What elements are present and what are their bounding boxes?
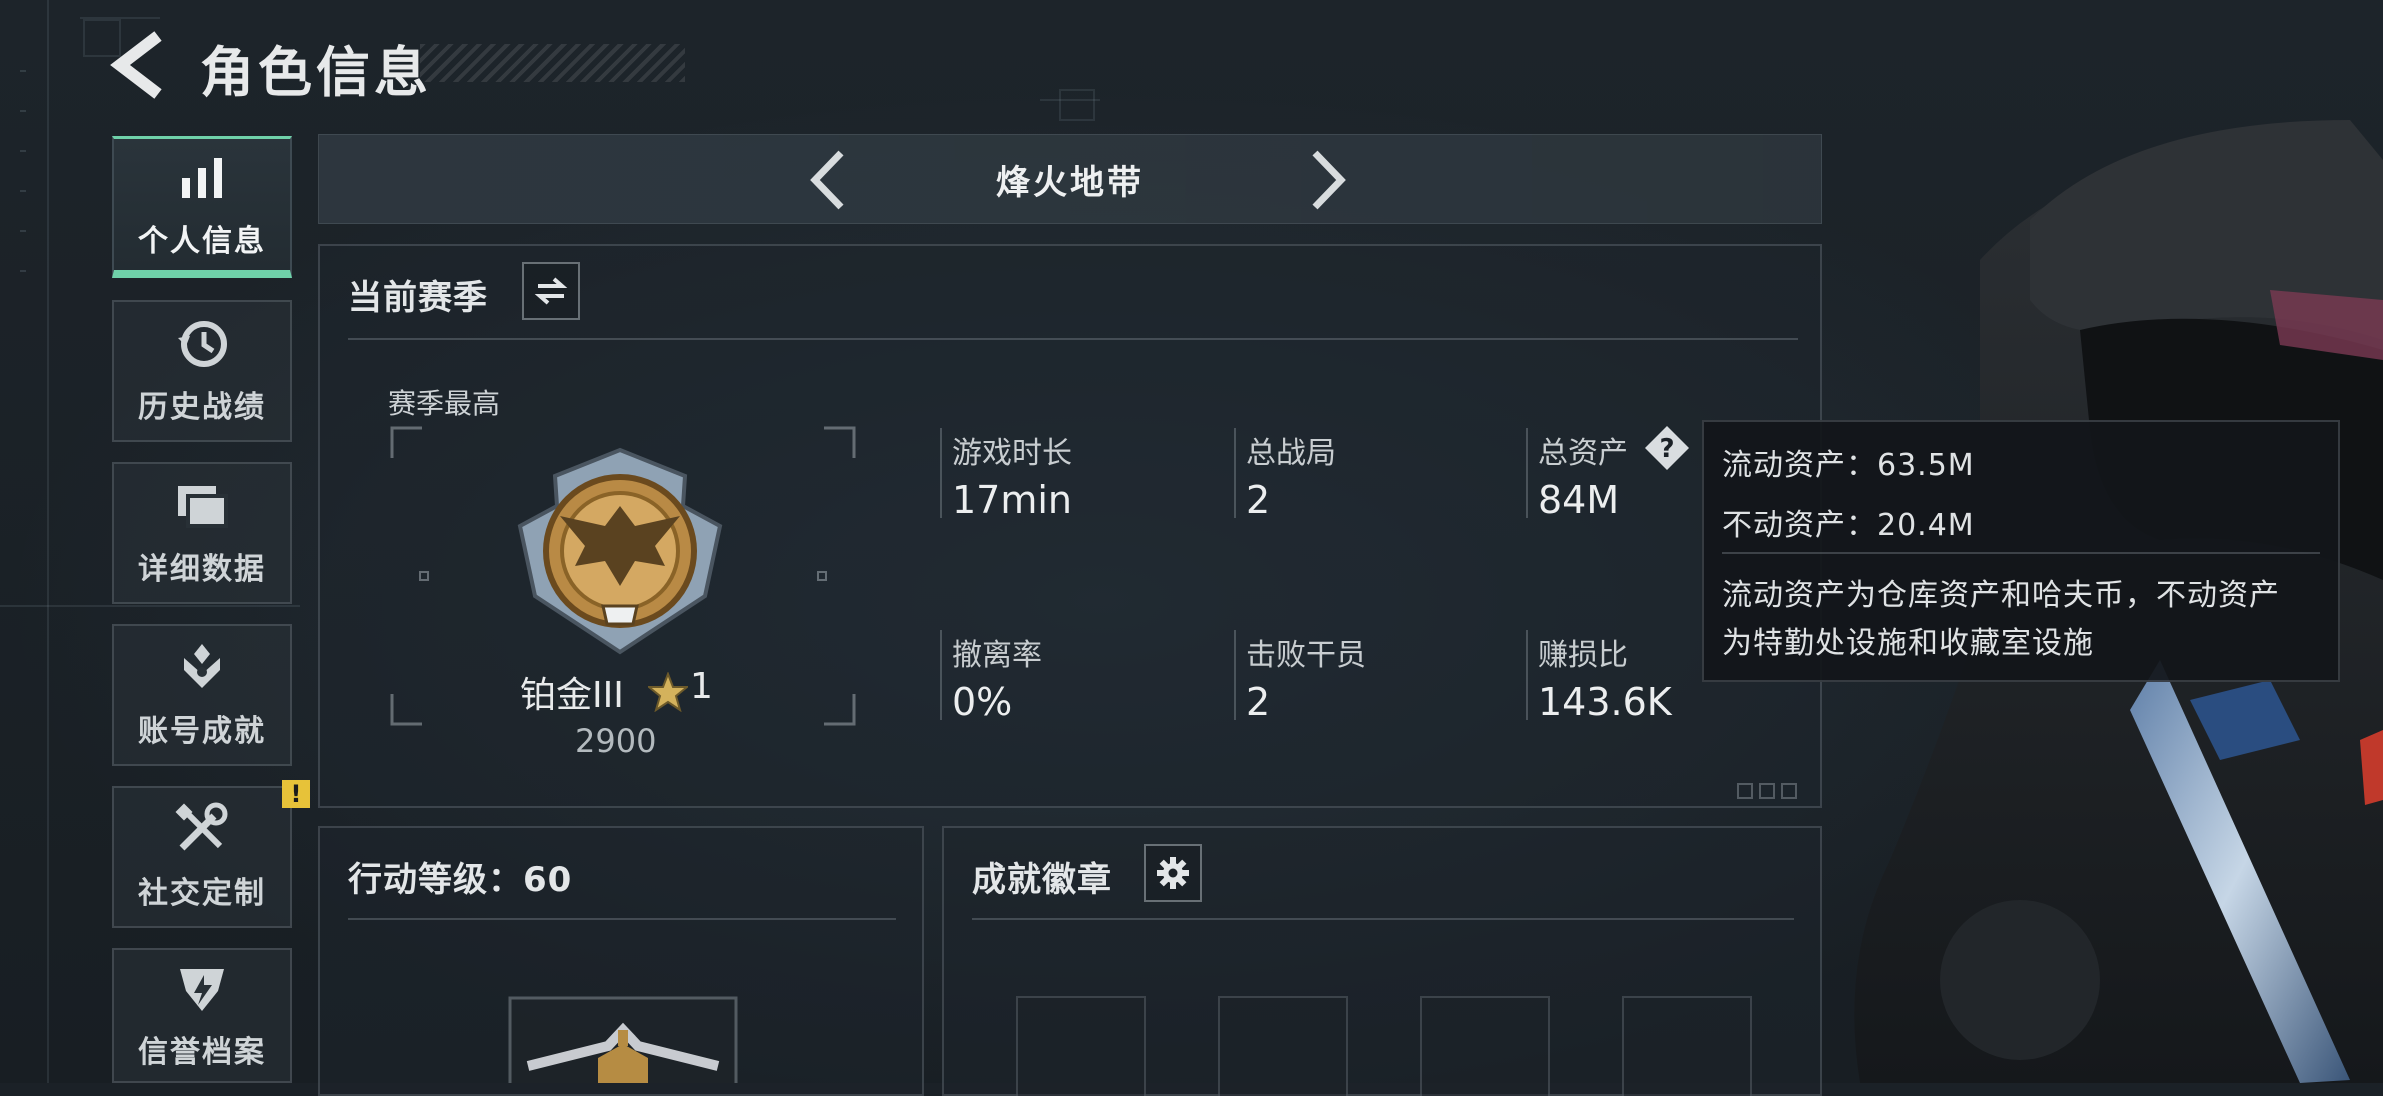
tooltip-description-line1: 流动资产为仓库资产和哈夫币，不动资产 [1722,578,2280,613]
sidebar-item-personal-info[interactable]: 个人信息 [112,136,292,278]
sidebar-item-achievements[interactable]: 账号成就 [112,624,292,766]
stat-value: 143.6K [1538,680,1672,724]
season-panel-divider [348,338,1798,340]
stat-label: 击败干员 [1246,638,1366,673]
season-switch-button[interactable] [522,262,580,320]
stat-label: 撤离率 [952,638,1042,673]
stacked-cards-icon [178,486,228,528]
sidebar-item-credit-profile[interactable]: 信誉档案 [112,948,292,1083]
platinum-eagle-rank-icon [517,447,723,655]
mode-selector: 烽火地带 [318,134,1822,224]
stat-divider [940,630,942,720]
badges-panel-title: 成就徽章 [972,860,1112,900]
stat-label: 总资产 [1538,436,1628,471]
stat-label: 游戏时长 [952,436,1072,471]
asset-help-button[interactable]: ? [1643,424,1691,472]
stat-value: 84M [1538,478,1620,522]
panel-corner-decoration [1737,783,1797,799]
sidebar-item-label: 个人信息 [138,223,266,259]
season-best-label: 赛季最高 [388,387,501,420]
action-level-emblem [508,996,738,1083]
badge-slot-1[interactable] [1016,996,1146,1096]
mode-title: 烽火地带 [996,163,1144,203]
action-level-divider [348,918,896,920]
stat-value: 17min [952,478,1073,522]
rank-star-count: 1 [690,666,713,707]
chevron-right-icon [1312,150,1346,210]
bar-chart-icon [182,157,222,198]
stat-divider [940,428,942,518]
sidebar-item-history[interactable]: 历史战绩 [112,300,292,442]
wrench-screwdriver-icon [175,802,228,851]
sidebar-item-social-custom[interactable]: 社交定制 ! [112,780,310,928]
title-decoration [420,44,685,82]
stat-divider [1526,630,1528,720]
stat-divider [1526,428,1528,518]
stat-divider [1234,630,1236,720]
page-title: 角色信息 [200,41,432,104]
stat-value: 2 [1246,478,1271,522]
credit-shield-icon [180,968,224,1011]
badges-divider [972,918,1794,920]
mode-next-button[interactable] [1297,149,1357,211]
stat-value: 0% [952,680,1013,724]
badge-slot-3[interactable] [1420,996,1550,1096]
alert-badge: ! [282,780,310,808]
badge-slot-4[interactable] [1622,996,1752,1096]
sidebar-item-label: 详细数据 [138,552,266,587]
history-clock-icon [178,321,227,367]
swap-arrows-icon [534,277,568,305]
svg-text:?: ? [1659,434,1674,464]
season-panel-title: 当前赛季 [348,278,488,318]
back-button[interactable] [108,30,170,100]
tooltip-description-line2: 为特勤处设施和收藏室设施 [1722,626,2094,661]
achievement-emblem-icon [184,644,220,688]
sidebar-item-detailed-data[interactable]: 详细数据 [112,462,292,604]
rank-name: 铂金III [520,675,624,716]
gear-icon [1157,857,1189,889]
asset-tooltip: 流动资产：63.5M 不动资产：20.4M 流动资产为仓库资产和哈夫币，不动资产… [1702,420,2340,682]
badges-settings-button[interactable] [1144,844,1202,902]
sidebar-item-label: 社交定制 [138,876,266,911]
sidebar-item-label: 信誉档案 [138,1034,266,1070]
question-diamond-icon: ? [1645,426,1689,470]
stat-label: 总战局 [1246,436,1336,471]
sidebar-item-label: 历史战绩 [138,390,266,425]
tooltip-liquid-assets: 流动资产：63.5M [1722,448,1975,483]
stat-label: 赚损比 [1538,638,1628,673]
sidebar-item-label: 账号成就 [138,714,266,749]
rank-star-icon [648,672,688,712]
stat-value: 2 [1246,680,1271,724]
badge-slot-2[interactable] [1218,996,1348,1096]
stat-divider [1234,428,1236,518]
tooltip-fixed-assets: 不动资产：20.4M [1722,508,1975,543]
back-arrow-icon [110,31,162,99]
rank-score: 2900 [575,722,657,760]
tooltip-divider [1722,552,2320,554]
action-level-title: 行动等级：60 [348,860,573,900]
